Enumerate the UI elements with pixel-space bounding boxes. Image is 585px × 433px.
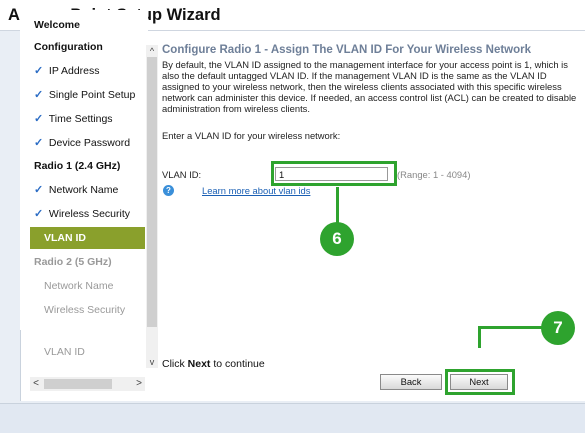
sidebar-vertical-scrollbar[interactable]: ^ v: [146, 45, 158, 368]
nav-label: Wireless Security: [48, 208, 131, 220]
callout-connector: [336, 187, 339, 223]
wizard-sidebar: Welcome Configuration ✓ IP Address ✓ Sin…: [20, 10, 148, 330]
vlan-input-highlight: [271, 161, 397, 186]
continue-instruction: Click Next to continue: [162, 358, 265, 370]
nav-radio2-vlan-id: VLAN ID: [20, 341, 148, 363]
chevron-left-icon[interactable]: <: [30, 377, 42, 391]
chevron-right-icon[interactable]: >: [133, 377, 145, 391]
chevron-down-icon[interactable]: v: [146, 356, 158, 368]
checkmark-icon: ✓: [34, 208, 44, 220]
nav-label: IP Address: [48, 65, 100, 77]
nav-radio1-network-name[interactable]: ✓ Network Name: [20, 179, 148, 201]
nav-label: Wireless Security: [44, 304, 126, 316]
nav-radio-1[interactable]: Radio 1 (2.4 GHz): [20, 155, 148, 177]
nav-label: Single Point Setup: [48, 89, 136, 101]
main-content: Configure Radio 1 - Assign The VLAN ID F…: [162, 44, 582, 114]
nav-radio1-wireless-security[interactable]: ✓ Wireless Security: [20, 203, 148, 225]
nav-label: Time Settings: [48, 113, 113, 125]
nav-radio1-vlan-id[interactable]: VLAN ID: [30, 227, 145, 249]
nav-time-settings[interactable]: ✓ Time Settings: [20, 108, 148, 130]
checkmark-icon: ✓: [34, 89, 44, 101]
nav-welcome[interactable]: Welcome: [20, 14, 148, 36]
callout-connector: [478, 326, 542, 329]
nav-device-password[interactable]: ✓ Device Password: [20, 132, 148, 154]
nav-radio2-network-name: Network Name: [20, 275, 148, 297]
nav-label: Network Name: [44, 280, 114, 292]
checkmark-icon: ✓: [34, 137, 44, 149]
scrollbar-thumb[interactable]: [44, 379, 112, 389]
nav-label: VLAN ID: [44, 346, 85, 358]
nav-single-point-setup[interactable]: ✓ Single Point Setup: [20, 84, 148, 106]
vlan-id-label: VLAN ID:: [162, 169, 202, 180]
sidebar-horizontal-scrollbar[interactable]: < >: [30, 377, 145, 391]
checkmark-icon: ✓: [34, 65, 44, 77]
checkmark-icon: ✓: [34, 113, 44, 125]
nav-label: Radio 1 (2.4 GHz): [34, 160, 121, 172]
nav-label: Radio 2 (5 GHz): [34, 256, 112, 268]
nav-ip-address[interactable]: ✓ IP Address: [20, 60, 148, 82]
checkmark-icon: ✓: [34, 184, 44, 196]
description-text: By default, the VLAN ID assigned to the …: [162, 59, 577, 114]
continue-suffix: to continue: [210, 358, 265, 370]
help-icon[interactable]: ?: [163, 185, 174, 196]
chevron-up-icon[interactable]: ^: [146, 45, 158, 57]
next-button-highlight: [445, 369, 515, 395]
back-button[interactable]: Back: [380, 374, 442, 390]
nav-label: Welcome: [34, 19, 80, 31]
step-6-marker: 6: [320, 222, 354, 256]
page-heading: Configure Radio 1 - Assign The VLAN ID F…: [162, 44, 532, 56]
nav-label: VLAN ID: [44, 232, 86, 244]
vlan-range-hint: (Range: 1 - 4094): [397, 169, 471, 180]
continue-prefix: Click: [162, 358, 188, 370]
nav-label: Configuration: [34, 41, 103, 53]
nav-radio-2: Radio 2 (5 GHz): [20, 251, 148, 273]
nav-radio2-wireless-security: Wireless Security: [20, 299, 148, 321]
step-7-marker: 7: [541, 311, 575, 345]
vlan-prompt: Enter a VLAN ID for your wireless networ…: [162, 130, 341, 141]
continue-next-word: Next: [187, 358, 211, 370]
bottom-band: [0, 403, 585, 433]
callout-connector: [478, 326, 481, 348]
nav-configuration[interactable]: Configuration: [20, 36, 148, 58]
nav-label: Device Password: [48, 137, 131, 149]
nav-label: Network Name: [48, 184, 119, 196]
scrollbar-thumb[interactable]: [147, 57, 157, 327]
learn-more-vlan-link[interactable]: Learn more about vlan ids: [202, 185, 310, 196]
